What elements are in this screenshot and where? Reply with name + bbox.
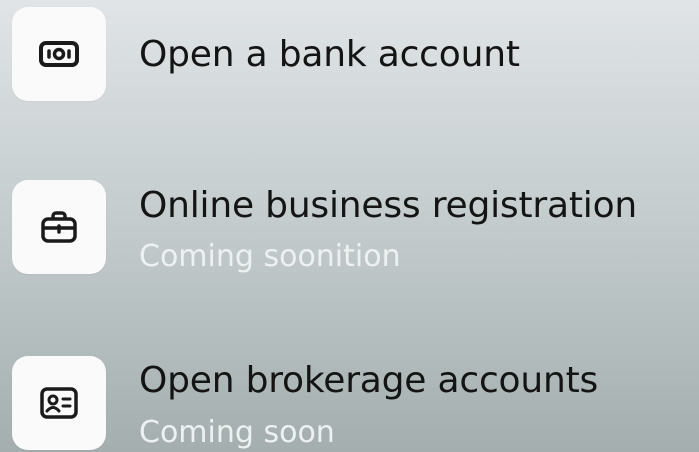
briefcase-icon [41,211,77,243]
icon-tile [12,180,106,274]
feature-title: Open a bank account [139,34,520,75]
feature-open-brokerage-accounts[interactable]: Open brokerage accounts Coming soon [12,356,692,452]
banknote-icon [39,41,79,67]
feature-title: Online business registration [139,185,638,226]
feature-open-bank-account[interactable]: Open a bank account [12,7,692,103]
feature-status: Coming soonition [139,239,401,274]
icon-tile [12,7,106,101]
feature-online-business-registration[interactable]: Online business registration Coming soon… [12,180,692,276]
icon-tile [12,356,106,450]
id-card-icon [40,387,78,419]
feature-status: Coming soon [139,415,335,450]
feature-title: Open brokerage accounts [139,360,599,401]
